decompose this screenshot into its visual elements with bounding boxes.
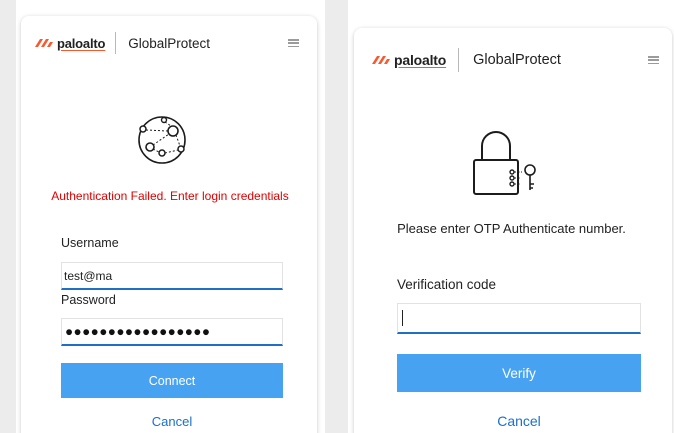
background-left-edge — [0, 0, 16, 433]
panel-header: paloalto GlobalProtect — [354, 45, 672, 75]
logo-text: paloalto — [57, 35, 106, 51]
hamburger-menu-icon[interactable] — [288, 39, 299, 47]
header-divider — [458, 48, 460, 72]
verification-code-input[interactable] — [397, 303, 641, 334]
paloalto-logo: paloalto — [371, 52, 446, 68]
paloalto-logo-icon — [372, 56, 390, 64]
padlock-key-icon — [473, 131, 536, 195]
username-label: Username — [61, 236, 119, 250]
verification-code-label: Verification code — [397, 277, 497, 292]
header-divider — [115, 32, 117, 54]
hamburger-menu-icon[interactable] — [648, 56, 659, 64]
connect-button[interactable]: Connect — [61, 363, 283, 398]
product-name: GlobalProtect — [128, 35, 211, 51]
screenshot-canvas: paloalto GlobalProtect Authentication Fa… — [0, 0, 674, 433]
product-name: GlobalProtect — [473, 52, 561, 68]
verify-button[interactable]: Verify — [397, 354, 641, 392]
password-input[interactable]: ●●●●●●●●●●●●●●●●● — [61, 318, 283, 346]
text-cursor — [402, 310, 403, 326]
otp-prompt: Please enter OTP Authenticate number. — [397, 221, 626, 236]
error-message: Authentication Failed. Enter login crede… — [51, 189, 289, 203]
username-input[interactable]: test@ma — [61, 262, 283, 290]
network-globe-icon — [138, 116, 186, 164]
otp-panel: paloalto GlobalProtect Please enter OTP … — [354, 28, 672, 433]
password-label: Password — [61, 293, 116, 307]
cancel-link[interactable]: Cancel — [397, 413, 641, 429]
username-value: test@ma — [64, 268, 113, 283]
paloalto-logo: paloalto — [34, 36, 105, 51]
paloalto-logo-icon — [35, 39, 53, 47]
logo-text: paloalto — [394, 52, 447, 68]
background-gap — [325, 0, 348, 433]
cancel-link[interactable]: Cancel — [61, 414, 283, 429]
panel-header: paloalto GlobalProtect — [21, 28, 317, 58]
password-value: ●●●●●●●●●●●●●●●●● — [65, 324, 211, 339]
login-panel: paloalto GlobalProtect Authentication Fa… — [21, 16, 317, 433]
